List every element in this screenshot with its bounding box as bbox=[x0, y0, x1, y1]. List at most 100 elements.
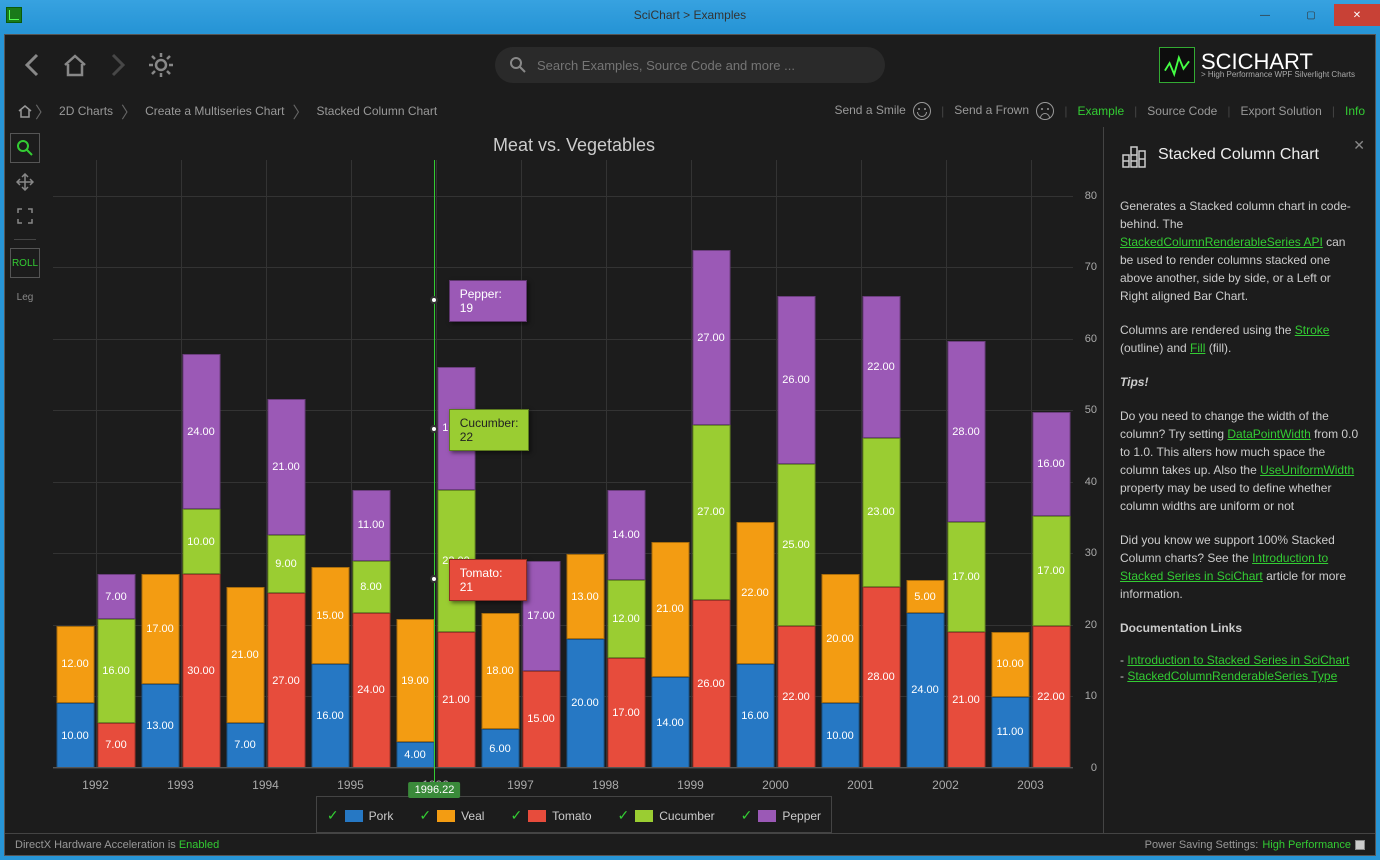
bar-segment-pork[interactable]: 16.00 bbox=[736, 664, 774, 768]
link-api[interactable]: StackedColumnRenderableSeries API bbox=[1120, 235, 1323, 249]
search-box[interactable] bbox=[495, 47, 885, 83]
rollover-tool[interactable]: ROLL bbox=[10, 248, 40, 278]
link-uuw[interactable]: UseUniformWidth bbox=[1260, 463, 1354, 477]
tab-example[interactable]: Example bbox=[1077, 104, 1124, 118]
bar-segment-veal[interactable]: 10.00 bbox=[991, 632, 1029, 697]
extents-tool[interactable] bbox=[10, 201, 40, 231]
zoom-tool[interactable] bbox=[10, 133, 40, 163]
bar-segment-tomato[interactable]: 15.00 bbox=[522, 671, 560, 768]
logo-icon bbox=[1159, 47, 1195, 83]
bar-segment-tomato[interactable]: 21.00 bbox=[947, 632, 985, 768]
bar-segment-tomato[interactable]: 22.00 bbox=[777, 626, 815, 768]
bar-segment-tomato[interactable]: 7.00 bbox=[97, 723, 135, 768]
tab-export[interactable]: Export Solution bbox=[1240, 104, 1321, 118]
bar-segment-cucumber[interactable]: 25.00 bbox=[777, 464, 815, 626]
bar-segment-pork[interactable]: 13.00 bbox=[141, 684, 179, 768]
bar-segment-pepper[interactable]: 17.00 bbox=[522, 561, 560, 671]
link-fill[interactable]: Fill bbox=[1190, 341, 1205, 355]
bar-segment-tomato[interactable]: 21.00 bbox=[437, 632, 475, 768]
bar-segment-cucumber[interactable]: 23.00 bbox=[862, 438, 900, 587]
back-icon[interactable] bbox=[21, 51, 43, 79]
bar-segment-cucumber[interactable]: 8.00 bbox=[352, 561, 390, 613]
search-input[interactable] bbox=[537, 58, 871, 73]
breadcrumb-item[interactable]: 2D Charts bbox=[49, 100, 123, 122]
breadcrumb-item[interactable]: Create a Multiseries Chart bbox=[135, 100, 294, 122]
bar-segment-veal[interactable]: 18.00 bbox=[481, 613, 519, 729]
bar-segment-tomato[interactable]: 26.00 bbox=[692, 600, 730, 768]
bar-segment-cucumber[interactable]: 9.00 bbox=[267, 535, 305, 593]
bar-segment-veal[interactable]: 5.00 bbox=[906, 580, 944, 612]
bar-segment-cucumber[interactable]: 17.00 bbox=[1032, 516, 1070, 626]
bar-segment-pepper[interactable]: 26.00 bbox=[777, 296, 815, 464]
bar-segment-pork[interactable]: 20.00 bbox=[566, 639, 604, 768]
bar-segment-pork[interactable]: 6.00 bbox=[481, 729, 519, 768]
bar-segment-veal[interactable]: 19.00 bbox=[396, 619, 434, 742]
bar-segment-pork[interactable]: 4.00 bbox=[396, 742, 434, 768]
bar-segment-pork[interactable]: 11.00 bbox=[991, 697, 1029, 768]
home-icon[interactable] bbox=[61, 51, 89, 79]
legend-item[interactable]: ✓Tomato bbox=[500, 807, 601, 824]
breadcrumb-item[interactable]: Stacked Column Chart bbox=[306, 100, 447, 122]
bar-segment-cucumber[interactable]: 12.00 bbox=[607, 580, 645, 658]
link-dpw[interactable]: DataPointWidth bbox=[1227, 427, 1310, 441]
bar-segment-pork[interactable]: 10.00 bbox=[56, 703, 94, 768]
pan-tool[interactable] bbox=[10, 167, 40, 197]
bar-segment-tomato[interactable]: 30.00 bbox=[182, 574, 220, 768]
bar-segment-veal[interactable]: 13.00 bbox=[566, 554, 604, 638]
breadcrumb-home-icon[interactable] bbox=[17, 103, 33, 119]
bar-segment-veal[interactable]: 21.00 bbox=[226, 587, 264, 723]
chart-title: Meat vs. Vegetables bbox=[45, 127, 1103, 160]
bar-segment-tomato[interactable]: 24.00 bbox=[352, 613, 390, 768]
bar-segment-cucumber[interactable]: 10.00 bbox=[182, 509, 220, 574]
bar-segment-pork[interactable]: 24.00 bbox=[906, 613, 944, 768]
bar-segment-pork[interactable]: 16.00 bbox=[311, 664, 349, 768]
bar-segment-pepper[interactable]: 27.00 bbox=[692, 250, 730, 425]
y-tick: 70 bbox=[1085, 261, 1097, 273]
bar-segment-veal[interactable]: 12.00 bbox=[56, 626, 94, 704]
bar-segment-veal[interactable]: 22.00 bbox=[736, 522, 774, 664]
doc-link[interactable]: StackedColumnRenderableSeries Type bbox=[1127, 669, 1337, 683]
bar-segment-pepper[interactable]: 16.00 bbox=[1032, 412, 1070, 516]
bar-segment-veal[interactable]: 21.00 bbox=[651, 542, 689, 678]
chart-area[interactable]: Meat vs. Vegetables 01020304050607080199… bbox=[45, 127, 1103, 833]
x-tick: 2003 bbox=[1017, 778, 1044, 792]
bar-segment-cucumber[interactable]: 16.00 bbox=[97, 619, 135, 723]
bar-segment-pork[interactable]: 7.00 bbox=[226, 723, 264, 768]
bar-segment-tomato[interactable]: 28.00 bbox=[862, 587, 900, 768]
bar-segment-pepper[interactable]: 24.00 bbox=[182, 354, 220, 509]
bar-segment-pepper[interactable]: 14.00 bbox=[607, 490, 645, 581]
bar-segment-cucumber[interactable]: 27.00 bbox=[692, 425, 730, 600]
close-button[interactable]: ✕ bbox=[1334, 4, 1380, 26]
minimize-button[interactable]: — bbox=[1242, 4, 1288, 26]
bar-segment-veal[interactable]: 15.00 bbox=[311, 567, 349, 664]
bar-segment-pepper[interactable]: 7.00 bbox=[97, 574, 135, 619]
link-stroke[interactable]: Stroke bbox=[1295, 323, 1330, 337]
bar-segment-tomato[interactable]: 17.00 bbox=[607, 658, 645, 768]
maximize-button[interactable]: ▢ bbox=[1288, 4, 1334, 26]
bar-segment-pepper[interactable]: 21.00 bbox=[267, 399, 305, 535]
bar-segment-pork[interactable]: 10.00 bbox=[821, 703, 859, 768]
tab-source[interactable]: Source Code bbox=[1147, 104, 1217, 118]
close-icon[interactable]: ✕ bbox=[1353, 137, 1365, 154]
bar-segment-pork[interactable]: 14.00 bbox=[651, 677, 689, 768]
bar-segment-veal[interactable]: 17.00 bbox=[141, 574, 179, 684]
bar-segment-cucumber[interactable]: 17.00 bbox=[947, 522, 985, 632]
bar-segment-pepper[interactable]: 28.00 bbox=[947, 341, 985, 522]
legend-item[interactable]: ✓Pork bbox=[317, 807, 403, 824]
legend-tool[interactable]: Leg bbox=[10, 282, 40, 312]
bar-segment-veal[interactable]: 20.00 bbox=[821, 574, 859, 703]
doc-link[interactable]: Introduction to Stacked Series in SciCha… bbox=[1127, 653, 1349, 667]
legend-item[interactable]: ✓Veal bbox=[409, 807, 494, 824]
bar-segment-pepper[interactable]: 22.00 bbox=[862, 296, 900, 438]
settings-icon[interactable] bbox=[147, 51, 175, 79]
smile-icon bbox=[913, 102, 931, 120]
forward-icon[interactable] bbox=[107, 51, 129, 79]
bar-segment-tomato[interactable]: 27.00 bbox=[267, 593, 305, 768]
legend-item[interactable]: ✓Pepper bbox=[731, 807, 831, 824]
send-frown[interactable]: Send a Frown bbox=[954, 102, 1054, 120]
send-smile[interactable]: Send a Smile bbox=[834, 102, 931, 120]
tab-info[interactable]: Info bbox=[1345, 104, 1365, 118]
legend-item[interactable]: ✓Cucumber bbox=[608, 807, 725, 824]
bar-segment-tomato[interactable]: 22.00 bbox=[1032, 626, 1070, 768]
bar-segment-pepper[interactable]: 11.00 bbox=[352, 490, 390, 561]
